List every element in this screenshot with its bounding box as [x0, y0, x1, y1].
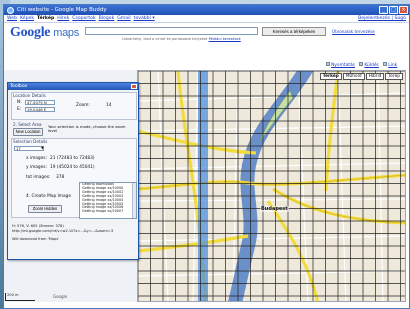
toolbox-titlebar[interactable]: Toolbox [8, 83, 138, 90]
longitude-field[interactable]: 19.0446 E [25, 107, 55, 112]
selection-note: Your selection is made, choose the zoom … [48, 124, 126, 134]
gbar-link-blogs[interactable]: Blogok [99, 16, 115, 21]
log-line: Getting image xx/10007 [82, 209, 124, 214]
x-images-label: x images: [26, 156, 47, 161]
map-view[interactable]: Térkép Műhold Hibrid Terep Budapest [137, 70, 406, 302]
map-scale: 200 m [5, 293, 35, 301]
search-button[interactable]: Keresés a térképeken [262, 27, 326, 36]
link-icon [383, 62, 388, 66]
mail-icon [359, 62, 364, 66]
link-link[interactable]: Link [388, 63, 397, 68]
directions-link[interactable]: Útvonalak tervezése [332, 29, 375, 34]
toolbox-dialog: Toolbox Location Details N: 47.5079 N E:… [7, 82, 139, 260]
send-link[interactable]: Küldés [364, 63, 378, 68]
gbar-link-images[interactable]: Képek [20, 16, 34, 21]
google-watermark: Google [53, 294, 68, 299]
maps-header: Google maps Keresés a térképeken Útvonala… [4, 23, 409, 45]
close-button[interactable]: × [399, 6, 408, 14]
maximize-button[interactable]: □ [389, 6, 398, 14]
print-link[interactable]: Nyomtatás [331, 63, 355, 68]
map-type-tabs: Térkép Műhold Hibrid Terep [319, 73, 403, 80]
toolbox-title: Toolbox [10, 84, 28, 89]
search-hint: Udvarhelyi, lásd a címet és pontosabb he… [122, 37, 241, 41]
y-images-label: y images: [26, 165, 47, 170]
toolbox-close-button[interactable] [131, 84, 137, 89]
n-label: N: [17, 100, 22, 105]
tab-satellite[interactable]: Műhold [342, 73, 365, 80]
selection-details-label: Selection Details [13, 139, 48, 144]
toolbox-footer: H: 576, V: 605 (Stream: 378) http://mt.g… [12, 224, 136, 242]
ie-icon [7, 6, 14, 14]
window-title: Citi website - Google Map Buddy [17, 7, 107, 13]
gbar-link-groups[interactable]: Csoportok [72, 16, 95, 21]
map-actions: Nyomtatás Küldés Link [326, 62, 400, 68]
total-images-label: tot images: [26, 175, 51, 180]
tab-hybrid[interactable]: Hibrid [365, 73, 385, 80]
footer-url[interactable]: http://mt.google.com/mt/v=w2.10?x=...&y=… [12, 229, 136, 234]
tab-map[interactable]: Térkép [319, 73, 342, 80]
selection-column [198, 71, 208, 301]
search-input[interactable] [85, 27, 258, 35]
zoom-select[interactable]: 17 [14, 146, 44, 151]
search-hint-text: Udvarhelyi, lásd a címet és pontosabb he… [122, 37, 208, 41]
google-maps-logo[interactable]: Google maps [10, 25, 79, 41]
logo-google-text: Google [10, 25, 51, 40]
x-images-value: 21 (72483 to 72483) [50, 156, 95, 161]
latitude-field[interactable]: 47.5079 N [25, 100, 55, 105]
location-details-label: Location Details [13, 93, 46, 98]
gbar-link-news[interactable]: Hírek [57, 16, 69, 21]
create-map-label: 4. Create Map Image [26, 194, 71, 199]
map-canvas[interactable] [138, 71, 406, 302]
google-bar: Web Képek Térkép Hírek Csoportok Blogok … [4, 15, 409, 23]
download-log[interactable]: Getting downloads Getting image xx/10000… [79, 182, 137, 219]
signin-link[interactable]: Bejelentkezés | Súgó [358, 16, 406, 21]
tab-terrain[interactable]: Terep [385, 73, 403, 80]
select-area-label: 2. Select Area [13, 122, 42, 127]
e-label: E: [17, 107, 22, 112]
map-city-label: Budapest [260, 206, 289, 212]
new-location-button[interactable]: New Location [13, 128, 43, 136]
print-icon [326, 62, 330, 66]
zoom-value: 14 [106, 103, 112, 108]
footer-source: Will download from 'Maps' [12, 237, 60, 242]
zoom-hidden-button[interactable]: Zoom Hidden [28, 205, 62, 213]
zoom-label: Zoom: [76, 103, 90, 108]
gbar-link-web[interactable]: Web [7, 16, 17, 21]
gbar-link-maps[interactable]: Térkép [37, 16, 54, 21]
gbar-link-more[interactable]: további ▾ [134, 16, 155, 21]
gbar-link-gmail[interactable]: Gmail [117, 16, 130, 21]
y-images-value: 19 (45024 to 45041) [50, 165, 95, 170]
logo-maps-text: maps [53, 27, 79, 39]
log-scrollbar[interactable] [132, 183, 136, 218]
window-titlebar[interactable]: Citi website - Google Map Buddy _ □ × [4, 5, 409, 15]
chevron-down-icon[interactable]: ▼ [41, 146, 44, 150]
search-examples-link[interactable]: Például keresések [209, 37, 241, 41]
minimize-button[interactable]: _ [379, 6, 388, 14]
desktop: Citi website - Google Map Buddy _ □ × We… [0, 0, 410, 309]
total-images-value: 378 [56, 175, 65, 180]
